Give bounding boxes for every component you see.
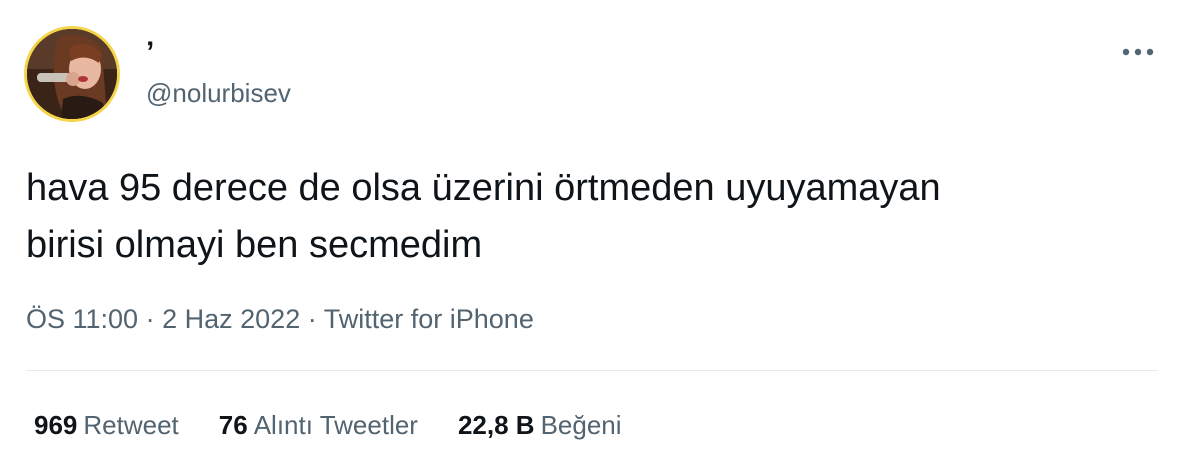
tweet-text: hava 95 derece de olsa üzerini örtmeden …: [26, 160, 1156, 274]
meta-separator: ·: [145, 304, 155, 334]
likes-stat[interactable]: 22,8 B Beğeni: [458, 408, 622, 442]
more-options-button[interactable]: [1118, 38, 1158, 66]
likes-label: Beğeni: [540, 410, 622, 440]
tweet-text-line-2: birisi olmayi ben secmedim: [26, 224, 483, 266]
likes-count: 22,8 B: [457, 410, 535, 440]
avatar[interactable]: [24, 26, 120, 122]
retweets-stat[interactable]: 969 Retweet: [34, 408, 179, 442]
tweet-time-link[interactable]: ÖS 11:00: [26, 304, 138, 334]
avatar-image: [27, 29, 117, 119]
more-horizontal-icon: [1122, 48, 1154, 56]
quote-tweets-stat[interactable]: 76 Alıntı Tweetler: [219, 408, 418, 442]
quote-tweets-count: 76: [218, 410, 248, 440]
author-handle[interactable]: @nolurbisev: [146, 78, 291, 108]
tweet-card: ’ @nolurbisev hava 95 derece de olsa üze…: [0, 0, 1190, 464]
meta-separator: ·: [307, 304, 317, 334]
quote-tweets-label: Alıntı Tweetler: [253, 410, 418, 440]
author-display-name[interactable]: ’: [146, 36, 154, 70]
tweet-stats: 969 Retweet 76 Alıntı Tweetler 22,8 B Beğen…: [34, 408, 662, 442]
tweet-meta: ÖS 11:00 · 2 Haz 2022 · Twitter for iPho…: [26, 302, 534, 336]
tweet-date-link[interactable]: 2 Haz 2022: [162, 304, 300, 334]
retweets-label: Retweet: [83, 410, 179, 440]
divider: [26, 370, 1158, 371]
retweets-count: 969: [34, 410, 78, 440]
tweet-source-link[interactable]: Twitter for iPhone: [324, 304, 534, 334]
tweet-text-line-1: hava 95 derece de olsa üzerini örtmeden …: [26, 167, 941, 209]
